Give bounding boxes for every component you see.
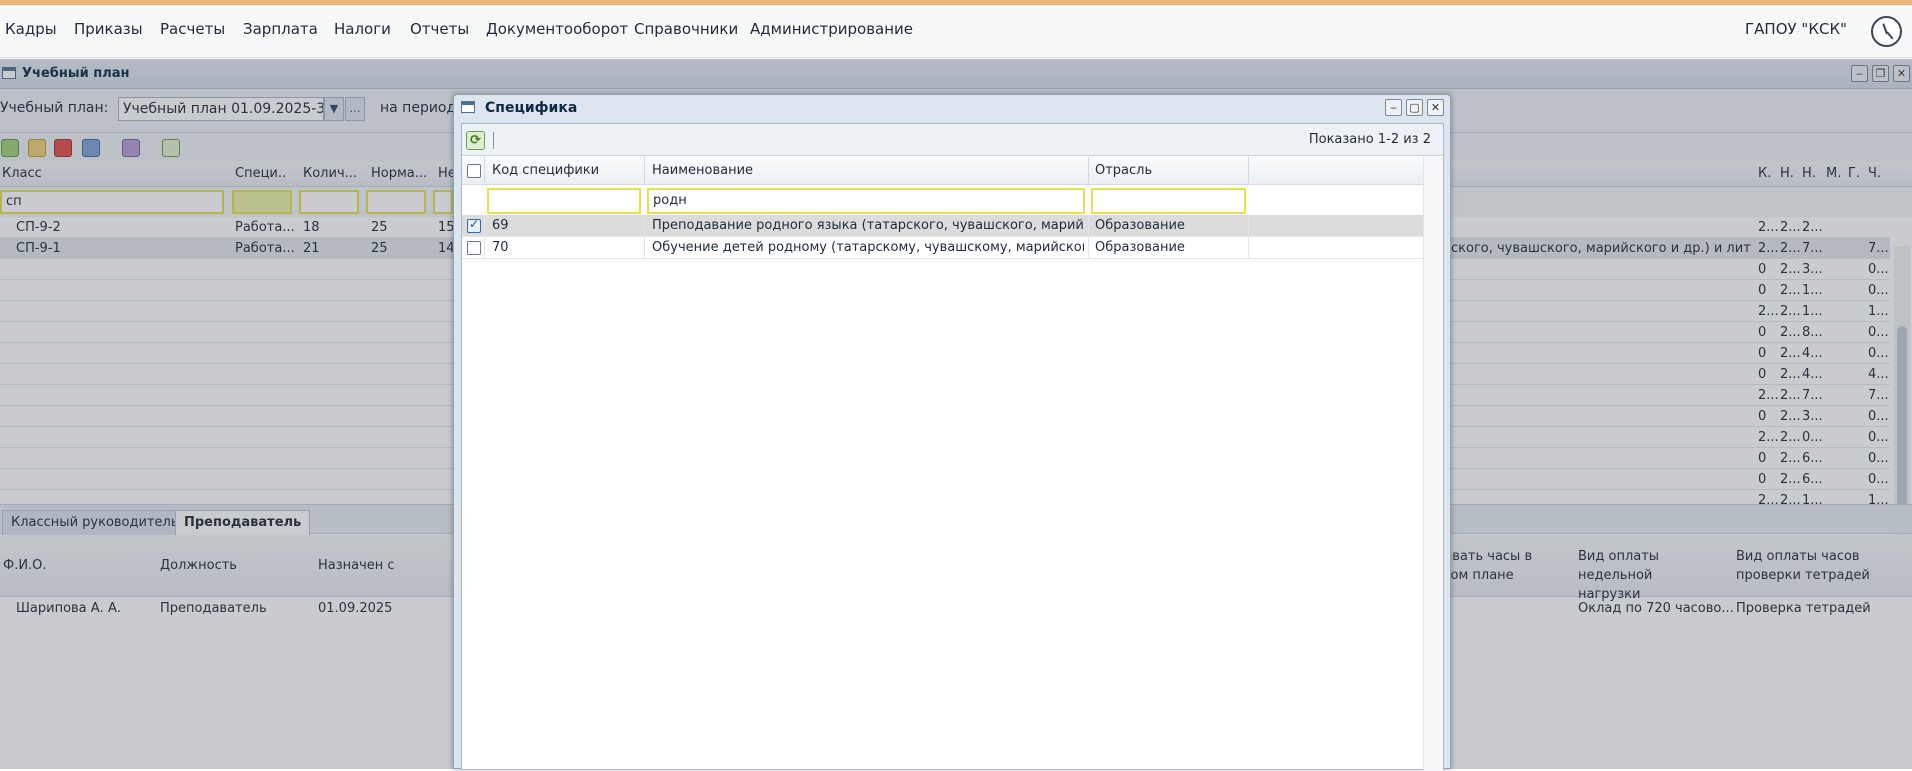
- toolbar-separator: [493, 132, 494, 149]
- cell-branch: Образование: [1095, 240, 1185, 255]
- menu-zarplata[interactable]: Зарплата: [243, 20, 318, 38]
- dialog-window-icon: [461, 101, 475, 113]
- column-separator: [1248, 157, 1249, 185]
- menu-prikazy[interactable]: Приказы: [74, 20, 143, 38]
- cell-name: Обучение детей родному (татарскому, чува…: [652, 240, 1084, 255]
- main-menu-bar: Кадры Приказы Расчеты Зарплата Налоги От…: [0, 5, 1912, 58]
- organization-name: ГАПОУ "КСК": [1745, 20, 1847, 38]
- col-name[interactable]: Наименование: [652, 163, 753, 178]
- dialog-scrollbar[interactable]: [1423, 157, 1443, 771]
- menu-dokumentooborot[interactable]: Документооборот: [486, 20, 628, 38]
- specifics-dialog: Специфика ‒ ▢ ✕ ⟳ Показано 1-2 из 2 Код …: [453, 94, 1451, 771]
- menu-administrirovanie[interactable]: Администрирование: [750, 20, 913, 38]
- cell-name: Преподавание родного языка (татарского, …: [652, 218, 1084, 233]
- column-separator: [644, 157, 645, 185]
- col-branch[interactable]: Отрасль: [1095, 163, 1152, 178]
- specifics-dialog-body: ⟳ Показано 1-2 из 2 Код специфики Наимен…: [461, 123, 1444, 771]
- records-shown: Показано 1-2 из 2: [1308, 132, 1431, 147]
- cell-code: 69: [492, 218, 509, 233]
- close-icon[interactable]: ✕: [1427, 99, 1444, 116]
- col-code[interactable]: Код специфики: [492, 163, 599, 178]
- name-filter-input[interactable]: родн: [647, 188, 1085, 214]
- menu-otchety[interactable]: Отчеты: [410, 20, 469, 38]
- clock-icon[interactable]: [1871, 16, 1902, 47]
- table-row[interactable]: 69 Преподавание родного языка (татарског…: [462, 215, 1423, 237]
- column-separator: [1088, 157, 1089, 185]
- branch-filter-input[interactable]: [1091, 188, 1246, 214]
- cell-branch: Образование: [1095, 218, 1185, 233]
- minimize-icon[interactable]: ‒: [1385, 99, 1402, 116]
- select-all-checkbox[interactable]: [467, 164, 481, 178]
- column-separator: [484, 157, 485, 185]
- specifics-dialog-title: Специфика: [485, 100, 578, 116]
- table-row[interactable]: 70 Обучение детей родному (татарскому, ч…: [462, 237, 1423, 259]
- specifics-toolbar: ⟳ Показано 1-2 из 2: [462, 124, 1443, 156]
- menu-raschety[interactable]: Расчеты: [160, 20, 225, 38]
- maximize-icon[interactable]: ▢: [1406, 99, 1423, 116]
- cell-code: 70: [492, 240, 509, 255]
- specifics-grid-header: Код специфики Наименование Отрасль: [462, 157, 1423, 185]
- row-checkbox[interactable]: [467, 241, 481, 255]
- menu-spravochniki[interactable]: Справочники: [634, 20, 738, 38]
- menu-kadry[interactable]: Кадры: [5, 20, 57, 38]
- refresh-icon[interactable]: ⟳: [466, 131, 485, 150]
- specifics-dialog-titlebar: Специфика ‒ ▢ ✕: [454, 95, 1450, 121]
- specifics-filter-row: родн: [462, 185, 1423, 215]
- menu-nalogi[interactable]: Налоги: [334, 20, 391, 38]
- row-checkbox[interactable]: [467, 217, 481, 233]
- code-filter-input[interactable]: [487, 188, 641, 214]
